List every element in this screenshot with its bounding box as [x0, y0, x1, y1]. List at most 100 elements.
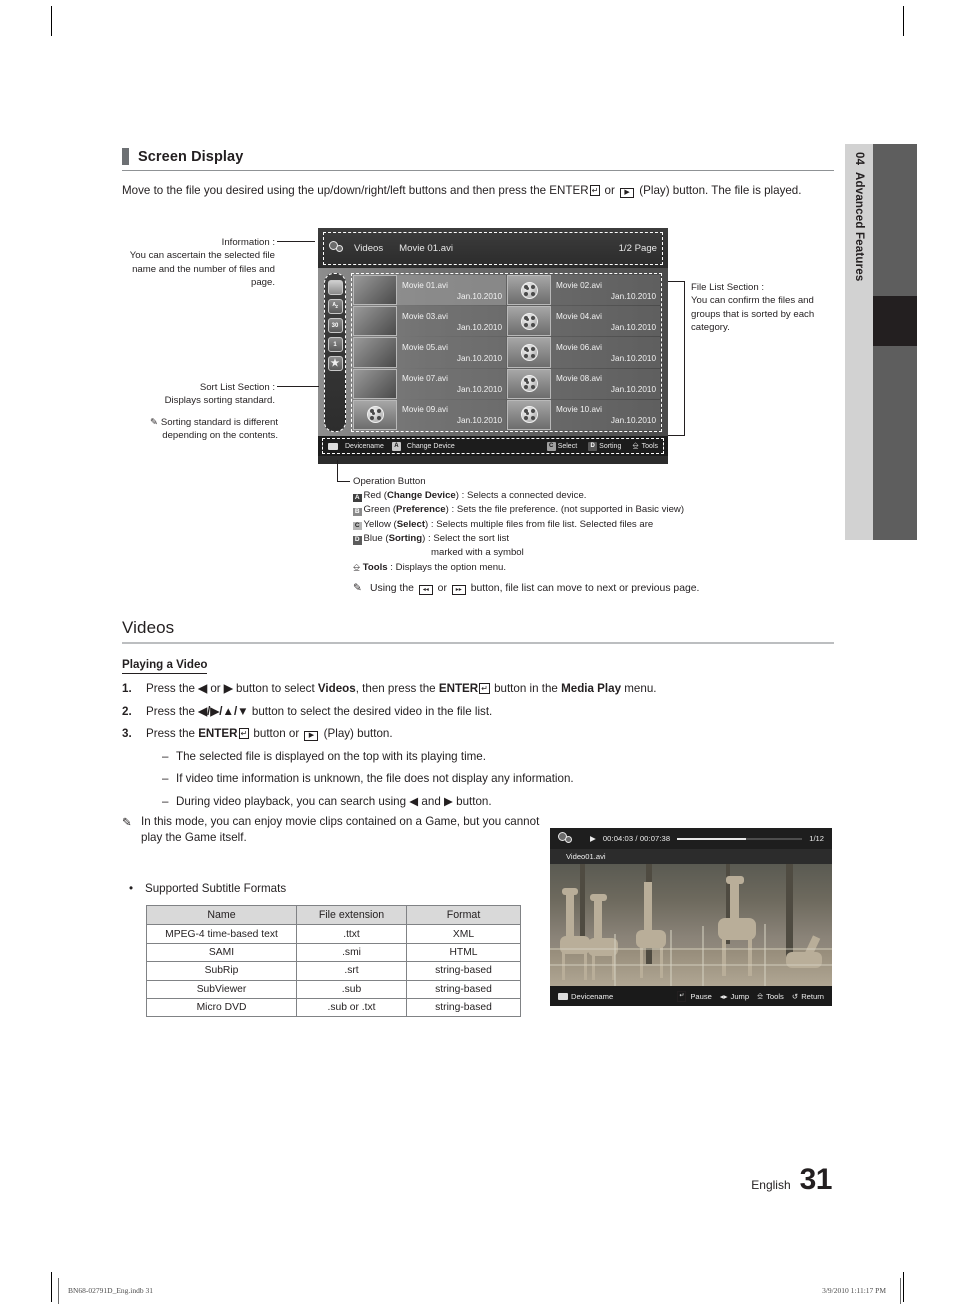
footer-language: English [751, 1178, 791, 1192]
blue-key-d-button[interactable]: D Sorting [588, 441, 621, 451]
jump-button[interactable]: ◂▸ Jump [720, 992, 749, 1001]
callout-sort-list: Sort List Section : Displays sorting sta… [140, 381, 275, 408]
information-highlight-box [323, 232, 663, 265]
file-list-item-date: Jan.10.2010 [610, 385, 656, 395]
direction-keys-glyph: ◀/▶/▲/▼ [198, 704, 249, 718]
operation-row: B Green (Preference) : Sets the file pref… [353, 504, 685, 517]
table-row: MPEG-4 time-based text .ttxt XML [146, 924, 521, 944]
table-cell: XML [406, 924, 521, 944]
rewind-key-icon: ◂◂ [418, 585, 433, 596]
playback-index: 1/12 [809, 834, 824, 843]
playback-progress-bar[interactable] [677, 837, 803, 840]
callout-sort-list-body: Displays sorting standard. [164, 395, 275, 407]
video-playback-screen: ▶ 00:04:03 / 00:07:38 1/12 Video01.avi D… [550, 828, 832, 1006]
operation-row: D Blue (Sorting) : Select the sort list [353, 532, 510, 545]
return-button[interactable]: ↺ Return [792, 992, 824, 1001]
videos-note-text: In this mode, you can enjoy movie clips … [141, 815, 540, 844]
print-footer: BN68-02791D_Eng.indb 31 3/9/2010 1:11:17… [68, 1286, 886, 1295]
file-list-item[interactable]: Movie 06.avi Jan.10.2010 [507, 337, 660, 368]
tv-footer-left: Devicename A Change Device [328, 441, 455, 451]
heading-marker [122, 148, 129, 165]
pause-button[interactable]: ↵ Pause [676, 990, 712, 1002]
videos-dash-item: – During video playback, you can search u… [122, 794, 834, 809]
file-list-item[interactable]: Movie 08.avi Jan.10.2010 [507, 368, 660, 399]
operation-desc: : Sets the file preference. (not support… [448, 504, 685, 516]
manual-page: 04 Advanced Features Screen Display Move… [0, 0, 954, 1314]
file-list-item[interactable]: Movie 02.avi Jan.10.2010 [507, 275, 660, 306]
operation-color-word: Blue [363, 532, 383, 544]
color-key-a-icon: A [353, 493, 362, 503]
sort-list-section[interactable]: AZ 30 1 ★ [324, 273, 346, 432]
tools-icon: ⎒ [757, 991, 764, 1000]
tv-operation-bar: Devicename A Change Device C Select D Sort… [318, 436, 668, 456]
a-z-sort-icon[interactable]: AZ [327, 299, 343, 314]
bullet-dot-icon: • [129, 882, 134, 895]
table-cell: string-based [406, 997, 521, 1018]
videos-heading-rule [122, 642, 834, 644]
file-list-item-name: Movie 07.avi [402, 374, 448, 384]
supported-subtitle-formats-label: Supported Subtitle Formats [145, 882, 287, 895]
yellow-key-c-button[interactable]: C Select [546, 441, 577, 451]
film-reel-thumbnail-icon [507, 399, 551, 430]
file-list-item-name: Movie 05.avi [402, 342, 448, 352]
film-reel-thumbnail-icon [507, 337, 551, 368]
fence-rail [550, 964, 832, 966]
giraffe-leg [660, 946, 663, 978]
fence-post [614, 934, 616, 986]
pencil-note-icon: ✎ [150, 417, 159, 428]
file-list-section[interactable]: Movie 01.avi Jan.10.2010 Movie 02.avi Jan.1… [351, 273, 662, 432]
video-thumbnail [353, 368, 397, 399]
file-list-item[interactable]: Movie 09.avi Jan.10.2010 [353, 399, 506, 430]
table-cell: .sub [296, 979, 407, 999]
operation-color-word: Red [363, 490, 382, 502]
folder-icon[interactable] [327, 280, 343, 295]
playback-play-icon: ▶ [590, 834, 596, 843]
giraffe-head [726, 876, 744, 884]
film-reel-icon [558, 831, 574, 846]
giraffe-leg [722, 938, 726, 976]
dash-glyph: – [162, 794, 169, 808]
media-play-file-list-screen: Videos Movie 01.avi 1/2 Page AZ 30 1 ★ M… [318, 228, 668, 464]
leader-line-operation-v [337, 460, 338, 482]
leader-line-operation-h [337, 481, 350, 482]
video-thumbnail [353, 306, 397, 337]
day-1-icon[interactable]: 1 [327, 337, 343, 352]
favorites-star-icon[interactable]: ★ [327, 356, 343, 371]
table-column-header: Name [146, 904, 297, 926]
table-row: SubRip .srt string-based [146, 961, 521, 981]
table-cell: .ttxt [296, 924, 407, 944]
month-30-icon[interactable]: 30 [327, 318, 343, 333]
file-list-item-name: Movie 10.avi [556, 405, 602, 415]
file-list-item-name: Movie 04.avi [556, 311, 602, 321]
file-list-item[interactable]: Movie 05.avi Jan.10.2010 [353, 337, 506, 368]
file-list-item[interactable]: Movie 04.avi Jan.10.2010 [507, 306, 660, 337]
callout-sort-list-title: Sort List Section : [199, 382, 275, 393]
fence-post [670, 930, 672, 986]
videos-dash-text: During video playback, you can search us… [176, 794, 492, 808]
intro-paragraph: Move to the file you desired using the u… [122, 183, 834, 200]
tools-button[interactable]: ⎒ Tools [757, 991, 784, 1001]
operation-label: Sorting [388, 532, 423, 544]
playing-a-video-subheading: Playing a Video [122, 658, 208, 674]
step-1: 1. Press the ◀ or ▶ button to select Vid… [122, 682, 657, 695]
print-rule-left [58, 1278, 59, 1304]
left-arrow-glyph: ◀ [198, 682, 208, 695]
videos-heading: Videos [122, 618, 175, 637]
film-reel-thumbnail-icon [507, 306, 551, 337]
videos-dash-item: – If video time information is unknown, t… [122, 771, 834, 786]
red-key-a-icon[interactable]: A [391, 441, 403, 451]
tools-button[interactable]: ⎒ Tools [632, 441, 658, 451]
file-list-item-info: Movie 05.avi Jan.10.2010 [397, 337, 506, 368]
callout-operation-button: Operation Button A Red (Change Device) : … [353, 475, 753, 596]
giraffe-head [562, 888, 578, 895]
file-list-item-name: Movie 08.avi [556, 374, 602, 384]
file-list-item[interactable]: Movie 01.avi Jan.10.2010 [353, 275, 506, 306]
videos-dash-text: The selected file is displayed on the to… [176, 749, 486, 763]
operation-label: Change Device [386, 490, 456, 502]
file-list-item-name: Movie 01.avi [402, 280, 448, 290]
file-list-item-date: Jan.10.2010 [456, 385, 502, 395]
file-list-item[interactable]: Movie 03.avi Jan.10.2010 [353, 306, 506, 337]
file-list-item[interactable]: Movie 07.avi Jan.10.2010 [353, 368, 506, 399]
file-list-item[interactable]: Movie 10.avi Jan.10.2010 [507, 399, 660, 430]
tv-change-device-label[interactable]: Change Device [407, 443, 455, 450]
